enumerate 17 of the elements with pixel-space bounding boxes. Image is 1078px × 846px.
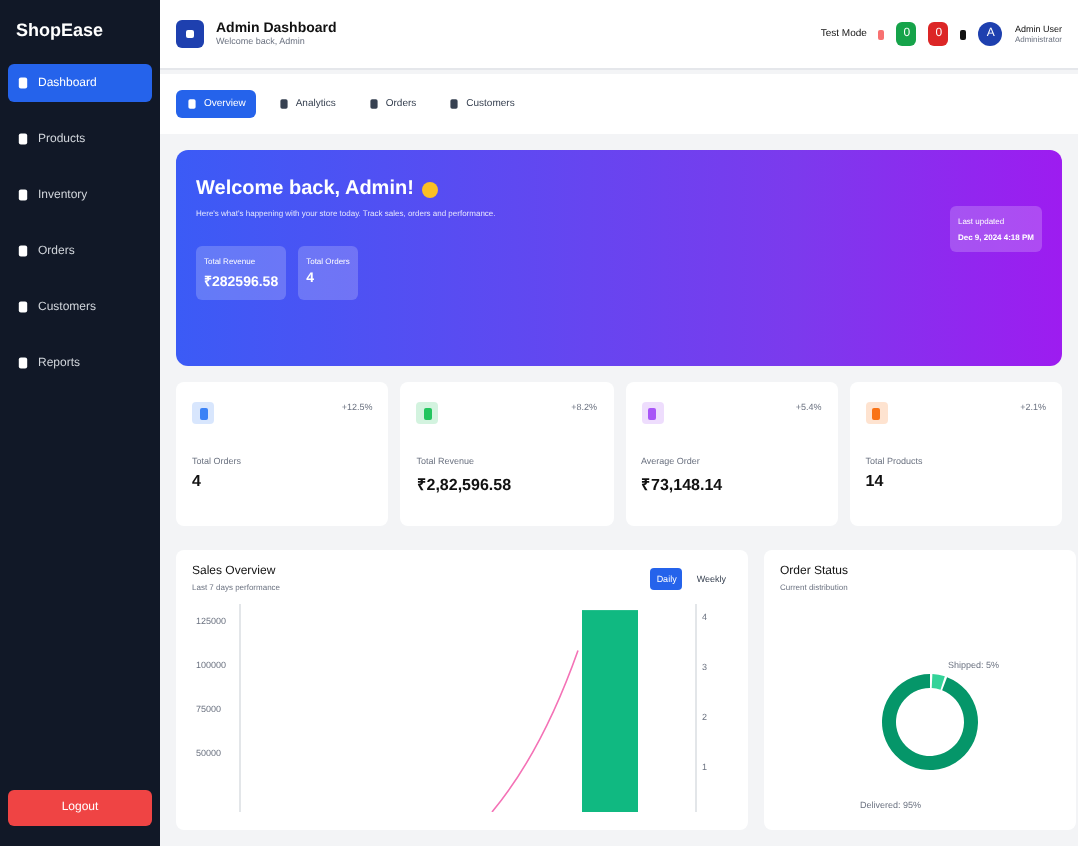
- welcome-title: Welcome back, Admin!: [196, 178, 414, 200]
- tab-icon: [367, 98, 380, 110]
- page-icon: [16, 244, 30, 258]
- tab-icon: [186, 98, 198, 110]
- page-icon: [16, 356, 30, 370]
- tab-icon: [277, 98, 290, 110]
- page-icon: [16, 132, 30, 146]
- stat-value: 4: [192, 472, 203, 490]
- stat-value: 14: [865, 472, 886, 490]
- brand-logo: ShopEase: [14, 18, 106, 44]
- stat-value: ₹2,82,596.58: [416, 474, 514, 494]
- page-icon: [16, 188, 30, 202]
- stat-value: ₹73,148.14: [641, 474, 725, 494]
- app-logo-icon: [176, 20, 204, 48]
- page-icon: [16, 300, 30, 314]
- page-icon: [16, 76, 30, 90]
- tab-icon: [448, 98, 461, 110]
